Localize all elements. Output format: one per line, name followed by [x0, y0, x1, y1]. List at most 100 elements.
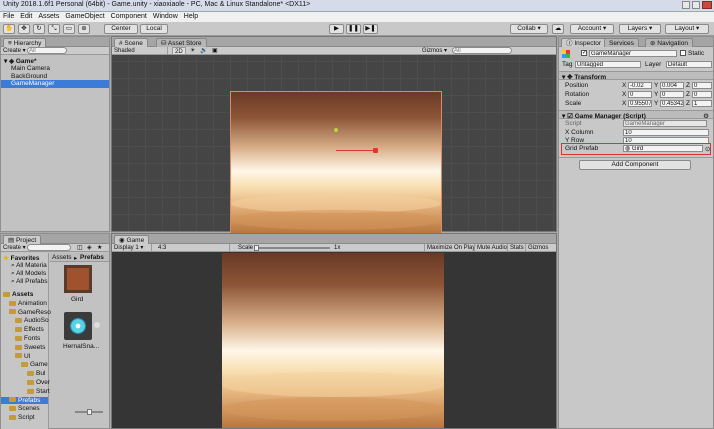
tab-game[interactable]: ◉ Game — [114, 235, 150, 244]
folder-item[interactable]: GameReso — [9, 309, 51, 316]
menu-help[interactable]: Help — [181, 12, 201, 20]
collab-button[interactable]: Collab ▾ — [510, 24, 548, 34]
x-column-field[interactable]: 10 — [623, 129, 709, 136]
filter-label-icon[interactable]: ◈ — [85, 244, 94, 252]
folder-item[interactable]: Assets — [3, 291, 33, 298]
maximize-on-play-toggle[interactable]: Maximize On Play — [424, 244, 477, 252]
add-component-button[interactable]: Add Component — [579, 160, 691, 170]
layers-button[interactable]: Layers ▾ — [619, 24, 661, 34]
hierarchy-item-background[interactable]: BackGround — [11, 73, 47, 80]
folder-item[interactable]: AudioSo — [15, 317, 49, 324]
account-button[interactable]: Account ▾ — [570, 24, 614, 34]
layout-button[interactable]: Layout ▾ — [665, 24, 709, 34]
maximize-icon[interactable] — [692, 1, 700, 9]
project-search-input[interactable] — [27, 244, 71, 251]
prefab-thumbnail-icon[interactable] — [64, 265, 92, 293]
menu-edit[interactable]: Edit — [17, 12, 35, 20]
tab-navigation[interactable]: ⊛ Navigation — [645, 38, 693, 47]
folder-item[interactable]: Start — [27, 388, 50, 395]
static-checkbox[interactable] — [680, 50, 686, 56]
folder-item[interactable]: Over — [27, 379, 50, 386]
folder-item[interactable]: UI — [15, 353, 31, 360]
transform-header[interactable]: ▾ ✥ Transform — [559, 71, 713, 81]
folder-item[interactable]: Sweets — [15, 344, 45, 351]
position-y-field[interactable]: 0.004 — [660, 82, 684, 89]
favorites-header[interactable]: ★ Favorites — [3, 254, 40, 262]
active-checkbox[interactable]: ✓ — [581, 50, 587, 56]
pivot-local-button[interactable]: Local — [140, 24, 168, 34]
expand-arrow-icon[interactable] — [94, 322, 100, 328]
stats-toggle[interactable]: Stats — [507, 244, 526, 252]
move-gizmo-y-handle[interactable] — [334, 128, 338, 132]
menu-window[interactable]: Window — [150, 12, 181, 20]
rotate-tool-icon[interactable]: ↻ — [33, 24, 45, 34]
scene-canvas[interactable] — [112, 56, 556, 234]
display-dropdown[interactable]: Display 1 ▾ — [112, 244, 152, 252]
toggle-2d-button[interactable]: 2D — [172, 47, 186, 55]
aspect-dropdown[interactable]: 4:3 — [156, 244, 230, 252]
hierarchy-search-input[interactable]: All — [27, 47, 67, 54]
step-button[interactable]: ▶❚ — [363, 24, 378, 34]
game-render-output[interactable] — [222, 253, 444, 428]
favorite-star-icon[interactable]: ★ — [95, 244, 104, 252]
hand-tool-icon[interactable]: ✋ — [3, 24, 15, 34]
scene-search-input[interactable]: All — [452, 47, 512, 54]
scene-audio-icon[interactable]: 🔊 — [198, 47, 209, 55]
object-name-field[interactable]: GameManager — [589, 50, 677, 57]
scale-slider[interactable] — [254, 245, 330, 251]
folder-item[interactable]: Fonts — [15, 335, 40, 342]
hierarchy-item-main-camera[interactable]: Main Camera — [11, 65, 50, 72]
close-icon[interactable] — [702, 1, 712, 9]
scene-lighting-icon[interactable]: ☀ — [188, 47, 197, 55]
favorite-all-prefabs[interactable]: ⌕ All Prefabs — [11, 278, 48, 286]
cloud-icon[interactable]: ☁ — [552, 24, 564, 34]
position-z-field[interactable]: 0 — [692, 82, 712, 89]
tab-inspector[interactable]: ⓘ Inspector — [561, 38, 607, 47]
move-tool-icon[interactable]: ✥ — [18, 24, 30, 34]
tab-scene[interactable]: # Scene — [114, 38, 148, 47]
folder-item[interactable]: Game — [21, 361, 48, 368]
favorite-all-models[interactable]: ⌕ All Models — [11, 270, 46, 278]
game-gizmos-dropdown[interactable]: Gizmos — [525, 244, 550, 252]
component-header[interactable]: ▾ ☑ Game Manager (Script) ⚙ — [559, 110, 713, 120]
scale-x-field[interactable]: 0.95507 — [628, 100, 652, 107]
sweet-thumbnail-icon[interactable] — [64, 312, 92, 340]
scene-background-sprite[interactable] — [230, 91, 442, 234]
menu-file[interactable]: File — [0, 12, 17, 20]
play-button[interactable]: ▶ — [329, 24, 344, 34]
tag-dropdown[interactable]: Untagged — [575, 61, 641, 68]
pause-button[interactable]: ❚❚ — [346, 24, 361, 34]
favorite-all-materials[interactable]: ⌕ All Materia — [11, 262, 47, 270]
component-settings-icon[interactable]: ⚙ — [703, 112, 709, 120]
transform-tool-icon[interactable]: ⊕ — [78, 24, 90, 34]
breadcrumb-assets[interactable]: Assets — [52, 254, 72, 261]
folder-item[interactable]: Effects — [15, 326, 44, 333]
folder-item[interactable]: Bul — [27, 370, 45, 377]
scale-y-field[interactable]: 0.45342 — [660, 100, 684, 107]
rotation-y-field[interactable]: 0 — [660, 91, 684, 98]
folder-item[interactable]: Script — [9, 414, 35, 421]
filter-type-icon[interactable]: ◫ — [75, 244, 85, 252]
breadcrumb-prefabs[interactable]: Prefabs — [80, 254, 104, 261]
layer-dropdown[interactable]: Default — [666, 61, 712, 68]
menu-assets[interactable]: Assets — [35, 12, 62, 20]
pivot-center-button[interactable]: Center — [104, 24, 138, 34]
menu-component[interactable]: Component — [108, 12, 150, 20]
rect-tool-icon[interactable]: ▭ — [63, 24, 75, 34]
tab-services[interactable]: Services — [604, 38, 639, 47]
scene-root[interactable]: ▾ ◈ Game* — [4, 57, 36, 65]
rotation-x-field[interactable]: 0 — [628, 91, 652, 98]
thumbnail-size-slider[interactable] — [75, 409, 103, 415]
folder-item[interactable]: Animation — [9, 300, 47, 307]
hierarchy-item-gamemanager[interactable]: GameManager — [1, 80, 109, 88]
tab-asset-store[interactable]: ⛁ Asset Store — [156, 38, 207, 47]
hierarchy-create-button[interactable]: Create ▾ — [1, 47, 28, 55]
position-x-field[interactable]: -0.02 — [628, 82, 652, 89]
folder-item[interactable]: Scenes — [9, 405, 40, 412]
object-picker-icon[interactable]: ⊙ — [705, 145, 710, 153]
scene-gizmos-dropdown[interactable]: Gizmos ▾ — [420, 47, 449, 55]
grid-prefab-field[interactable]: ◍ Gird — [623, 145, 703, 152]
folder-item[interactable]: Prefabs — [1, 396, 48, 404]
mute-audio-toggle[interactable]: Mute Audio — [474, 244, 509, 252]
shading-mode-dropdown[interactable]: Shaded — [112, 47, 168, 55]
